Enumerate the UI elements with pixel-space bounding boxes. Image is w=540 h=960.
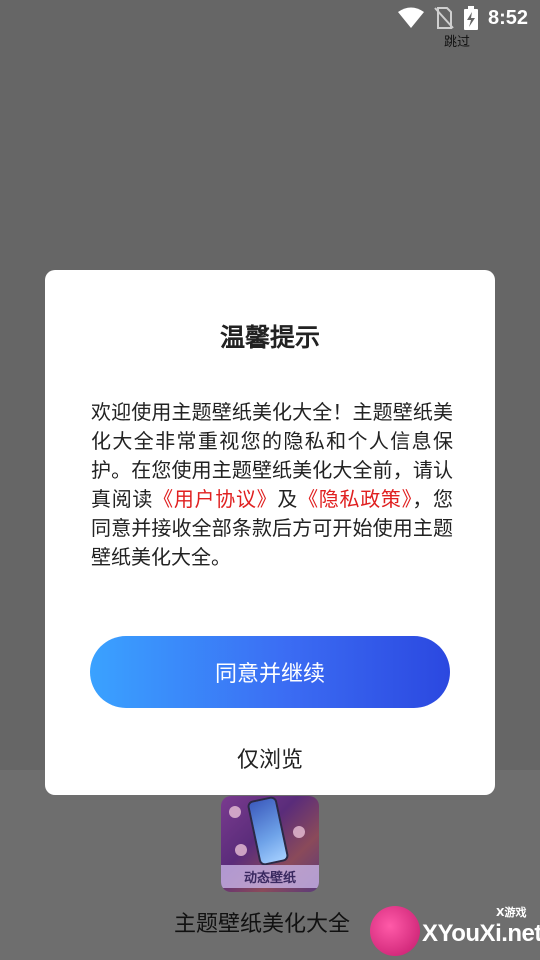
privacy-dialog: 温馨提示 欢迎使用主题壁纸美化大全！主题壁纸美化大全非常重视您的隐私和个人信息保… — [45, 270, 495, 795]
watermark-sub: X游戏 — [496, 906, 527, 919]
no-sim-icon — [434, 7, 454, 29]
decor-dot — [229, 806, 241, 818]
status-icons: 8:52 — [397, 6, 528, 30]
app-icon-tag: 动态壁纸 — [221, 865, 319, 888]
watermark: X游戏 XYouXi.net — [370, 898, 540, 960]
phone-illustration — [248, 797, 288, 865]
browse-only-button[interactable]: 仅浏览 — [45, 742, 495, 774]
status-bar: 8:52 跳过 — [0, 0, 540, 50]
app-name: 主题壁纸美化大全 — [174, 912, 351, 937]
watermark-text: XYouXi.net — [422, 920, 540, 947]
privacy-policy-link[interactable]: 《隐私政策》 — [298, 487, 412, 511]
agree-continue-button[interactable]: 同意并继续 — [90, 636, 450, 708]
wifi-icon — [397, 7, 424, 28]
skip-button[interactable]: 跳过 — [444, 31, 470, 50]
user-agreement-link[interactable]: 《用户协议》 — [153, 487, 277, 511]
dialog-body: 欢迎使用主题壁纸美化大全！主题壁纸美化大全非常重视您的隐私和个人信息保护。在您使… — [91, 398, 453, 572]
decor-dot — [293, 826, 305, 838]
status-time: 8:52 — [487, 6, 528, 29]
body-connector: 及 — [277, 487, 299, 511]
app-icon: 动态壁纸 — [221, 796, 319, 892]
battery-charging-icon — [463, 6, 478, 30]
decor-dot — [235, 844, 247, 856]
gamepad-logo-icon — [370, 906, 420, 956]
dialog-title: 温馨提示 — [219, 323, 320, 352]
